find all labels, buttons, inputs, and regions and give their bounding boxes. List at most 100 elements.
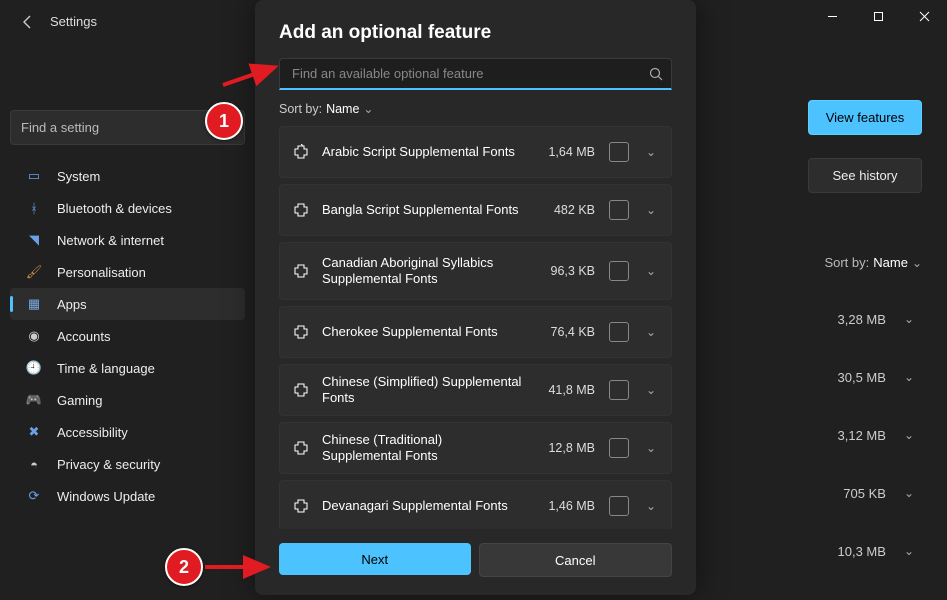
bluetooth-icon: ᚼ (26, 200, 42, 216)
settings-window: Settings Find a setting ▭ System ᚼ Bluetoo… (0, 0, 947, 600)
minimize-button[interactable] (809, 0, 855, 32)
sidebar-item-label: Network & internet (57, 233, 164, 248)
feature-row[interactable]: Chinese (Traditional) Supplemental Fonts… (279, 422, 672, 474)
main-sort-by[interactable]: Sort by: Name ⌄ (824, 255, 922, 270)
feature-row[interactable]: Bangla Script Supplemental Fonts 482 KB … (279, 184, 672, 236)
add-optional-feature-dialog: Add an optional feature Sort by: Name ⌄ … (255, 0, 696, 595)
feature-size: 30,5 MB (838, 370, 886, 385)
sidebar-item-label: Time & language (57, 361, 155, 376)
sidebar-item-accessibility[interactable]: ✖ Accessibility (10, 416, 245, 448)
chevron-down-icon: ⌄ (904, 544, 914, 558)
find-setting-input[interactable]: Find a setting (10, 110, 245, 145)
sidebar-item-time-language[interactable]: 🕘 Time & language (10, 352, 245, 384)
sidebar-item-bluetooth[interactable]: ᚼ Bluetooth & devices (10, 192, 245, 224)
sort-by-value: Name (326, 102, 359, 116)
clock-icon: 🕘 (26, 360, 42, 376)
feature-row[interactable]: Chinese (Simplified) Supplemental Fonts … (279, 364, 672, 416)
feature-name: Chinese (Traditional) Supplemental Fonts (322, 432, 523, 465)
back-button[interactable] (20, 14, 36, 33)
wifi-icon: ◥ (26, 232, 42, 248)
cancel-button[interactable]: Cancel (479, 543, 673, 577)
feature-name: Canadian Aboriginal Syllabics Supplement… (322, 255, 523, 288)
feature-row[interactable]: Arabic Script Supplemental Fonts 1,64 MB… (279, 126, 672, 178)
feature-name: Arabic Script Supplemental Fonts (322, 144, 523, 160)
puzzle-icon (292, 201, 310, 219)
view-features-button[interactable]: View features (808, 100, 922, 135)
feature-name: Chinese (Simplified) Supplemental Fonts (322, 374, 523, 407)
feature-checkbox[interactable] (609, 380, 629, 400)
installed-feature-row[interactable]: 10,3 MB⌄ (697, 522, 922, 580)
sidebar-item-label: Bluetooth & devices (57, 201, 172, 216)
maximize-button[interactable] (855, 0, 901, 32)
sidebar-item-windows-update[interactable]: ⟳Windows Update (10, 480, 245, 512)
feature-checkbox[interactable] (609, 496, 629, 516)
gamepad-icon: 🎮 (26, 392, 42, 408)
feature-size: 1,46 MB (535, 499, 595, 513)
feature-checkbox[interactable] (609, 438, 629, 458)
feature-row[interactable]: Devanagari Supplemental Fonts 1,46 MB ⌄ (279, 480, 672, 529)
feature-row[interactable]: Canadian Aboriginal Syllabics Supplement… (279, 242, 672, 300)
sidebar-item-apps[interactable]: ▦Apps (10, 288, 245, 320)
system-icon: ▭ (26, 168, 42, 184)
close-button[interactable] (901, 0, 947, 32)
chevron-down-icon[interactable]: ⌄ (643, 499, 659, 513)
puzzle-icon (292, 381, 310, 399)
sort-by-value: Name (873, 255, 908, 270)
chevron-down-icon: ⌄ (904, 312, 914, 326)
feature-name: Cherokee Supplemental Fonts (322, 324, 523, 340)
sidebar-item-label: Accessibility (57, 425, 128, 440)
paintbrush-icon: 🖌 (26, 264, 42, 280)
sidebar-item-label: Privacy & security (57, 457, 160, 472)
chevron-down-icon[interactable]: ⌄ (643, 145, 659, 159)
sidebar-item-system[interactable]: ▭ System (10, 160, 245, 192)
sidebar-item-privacy[interactable]: ◓Privacy & security (10, 448, 245, 480)
chevron-down-icon[interactable]: ⌄ (643, 441, 659, 455)
sidebar-item-network[interactable]: ◥ Network & internet (10, 224, 245, 256)
feature-size: 3,12 MB (838, 428, 886, 443)
dialog-sort-by[interactable]: Sort by: Name ⌄ (279, 102, 672, 116)
next-button[interactable]: Next (279, 543, 471, 575)
see-history-label: See history (832, 168, 897, 183)
chevron-down-icon: ⌄ (904, 370, 914, 384)
page-title: Settings (50, 14, 97, 29)
see-history-button[interactable]: See history (808, 158, 922, 193)
feature-size: 41,8 MB (535, 383, 595, 397)
installed-feature-row[interactable]: 30,5 MB ⌄ (697, 348, 922, 406)
chevron-down-icon[interactable]: ⌄ (643, 264, 659, 278)
arrow-left-icon (20, 14, 36, 30)
feature-size: 482 KB (535, 203, 595, 217)
feature-size: 76,4 KB (535, 325, 595, 339)
installed-features-list-partial: 3,28 MB⌄ 30,5 MB⌄ 3,12 MB⌄ 705 KB⌄ 10,3 … (697, 290, 922, 580)
annotation-number: 2 (179, 557, 189, 578)
sidebar-item-label: System (57, 169, 100, 184)
feature-size: 96,3 KB (535, 264, 595, 278)
feature-name: Bangla Script Supplemental Fonts (322, 202, 523, 218)
feature-checkbox[interactable] (609, 261, 629, 281)
chevron-down-icon[interactable]: ⌄ (643, 325, 659, 339)
feature-size: 705 KB (843, 486, 886, 501)
find-setting-placeholder: Find a setting (21, 120, 99, 135)
installed-feature-row[interactable]: 3,12 MB⌄ (697, 406, 922, 464)
puzzle-icon (292, 143, 310, 161)
sidebar-item-label: Personalisation (57, 265, 146, 280)
dialog-search-field[interactable] (279, 58, 672, 90)
chevron-down-icon[interactable]: ⌄ (643, 203, 659, 217)
sidebar-item-accounts[interactable]: ◉Accounts (10, 320, 245, 352)
dialog-title: Add an optional feature (279, 22, 672, 44)
installed-feature-row[interactable]: 705 KB⌄ (697, 464, 922, 522)
sidebar-item-gaming[interactable]: 🎮 Gaming (10, 384, 245, 416)
sidebar-item-label: Gaming (57, 393, 103, 408)
accessibility-icon: ✖ (26, 424, 42, 440)
installed-feature-row[interactable]: 3,28 MB⌄ (697, 290, 922, 348)
view-features-label: View features (826, 110, 905, 125)
dialog-search-input[interactable] (290, 65, 639, 82)
feature-checkbox[interactable] (609, 322, 629, 342)
search-icon (649, 67, 663, 84)
sidebar-item-personalisation[interactable]: 🖌 Personalisation (10, 256, 245, 288)
puzzle-icon (292, 439, 310, 457)
feature-row[interactable]: Cherokee Supplemental Fonts 76,4 KB ⌄ (279, 306, 672, 358)
chevron-down-icon[interactable]: ⌄ (643, 383, 659, 397)
feature-checkbox[interactable] (609, 142, 629, 162)
feature-checkbox[interactable] (609, 200, 629, 220)
feature-name: Devanagari Supplemental Fonts (322, 498, 523, 514)
